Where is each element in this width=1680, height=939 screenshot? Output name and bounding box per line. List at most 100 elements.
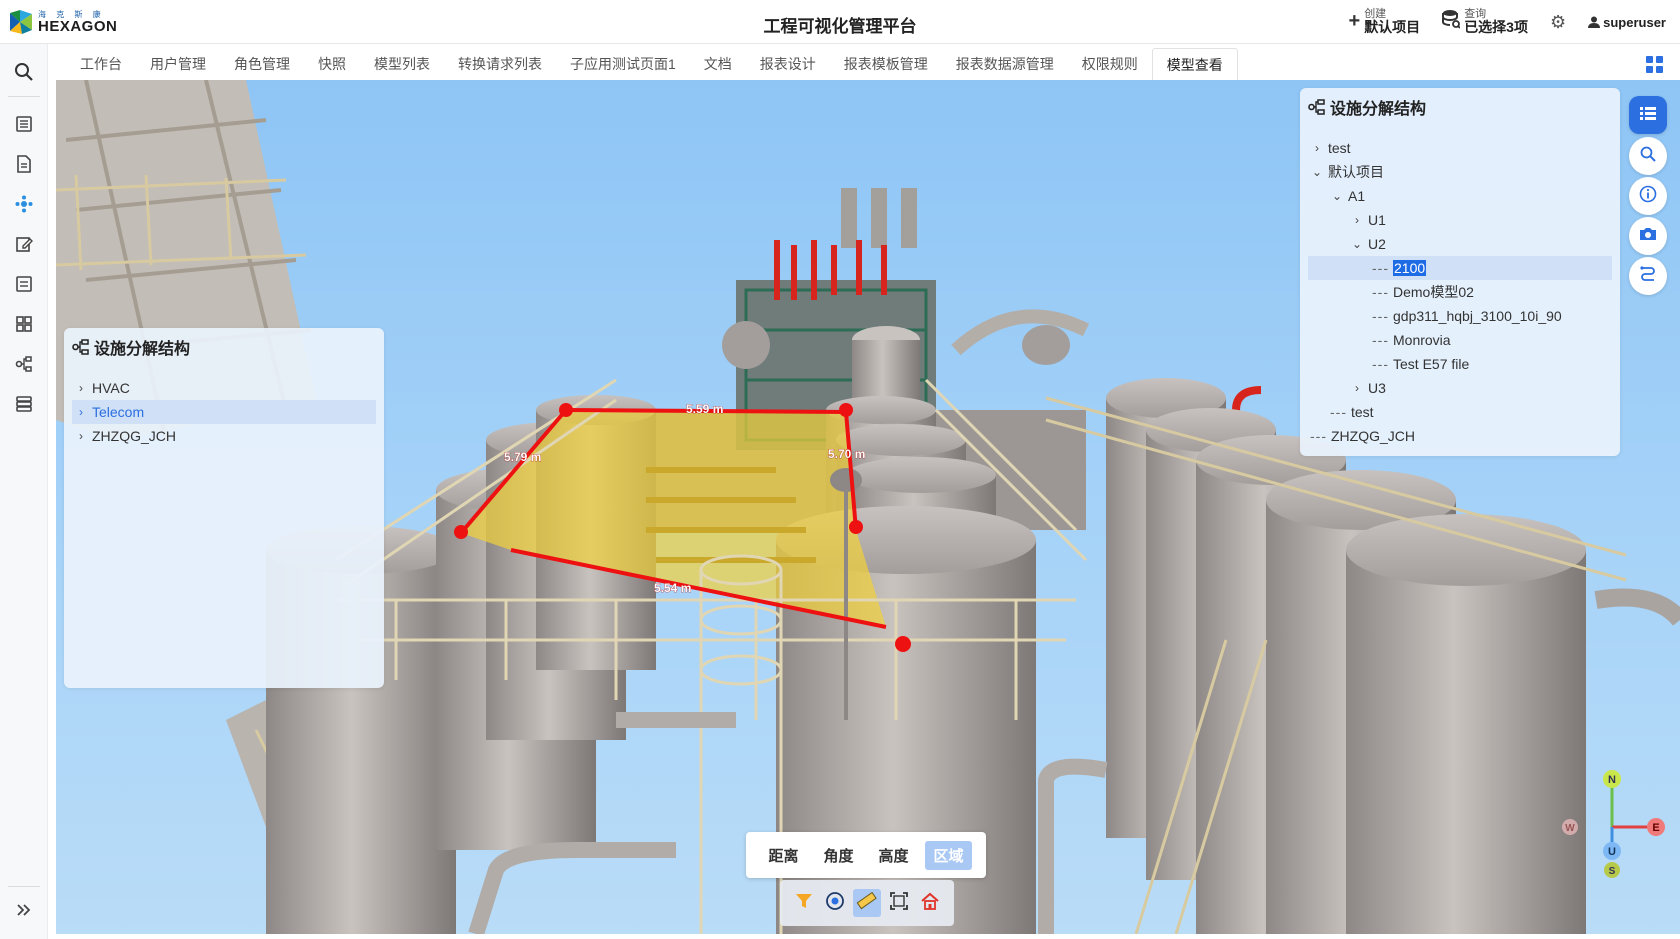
- logo-en-text: HEXAGON: [38, 17, 118, 35]
- camera-button[interactable]: [1629, 217, 1667, 255]
- tree-structure-icon: [72, 339, 90, 355]
- tab-report-design[interactable]: 报表设计: [746, 48, 830, 80]
- view-button[interactable]: [821, 889, 849, 917]
- tab-model-viewer[interactable]: 模型查看: [1151, 48, 1238, 80]
- fit-view-button[interactable]: [885, 889, 913, 917]
- tree-connector: ---: [1372, 356, 1389, 372]
- tab-report-datasources[interactable]: 报表数据源管理: [942, 48, 1068, 80]
- expand-icon[interactable]: [12, 898, 36, 922]
- measure-height-button[interactable]: 高度: [870, 841, 916, 870]
- username-label: superuser: [1603, 14, 1666, 30]
- viewer-toolbar: [780, 880, 954, 926]
- filter-button[interactable]: [790, 889, 818, 917]
- chevron-right-icon: ›: [79, 381, 83, 395]
- tree-node-label: HVAC: [92, 380, 130, 396]
- tree-node-test-e57[interactable]: --- Test E57 file: [1372, 352, 1469, 376]
- tab-workbench[interactable]: 工作台: [66, 48, 136, 80]
- hexagon-logo[interactable]: 海 克 斯 康 HEXAGON: [8, 6, 118, 38]
- tree-node-monrovia[interactable]: --- Monrovia: [1372, 328, 1451, 352]
- chevron-down-icon: ⌄: [1311, 165, 1323, 179]
- list-icon: [1639, 105, 1657, 126]
- tab-role-management[interactable]: 角色管理: [220, 48, 304, 80]
- left-breakdown-panel: 设施分解结构 › HVAC › Telecom › ZHZQG_JCH: [64, 328, 384, 688]
- query-selected-count: 已选择3项: [1464, 19, 1528, 36]
- plus-icon: +: [1348, 10, 1361, 33]
- tree-node-u2[interactable]: ⌄ U2: [1350, 232, 1386, 256]
- tree-node-zhzqg[interactable]: › ZHZQG_JCH: [74, 424, 176, 448]
- selected-row-highlight: [1308, 256, 1612, 280]
- tree-node-label: Telecom: [92, 404, 145, 420]
- rail-divider: [8, 96, 40, 97]
- tree-node-default-project[interactable]: ⌄ 默认项目: [1310, 160, 1384, 184]
- tab-conversion-requests[interactable]: 转换请求列表: [444, 48, 556, 80]
- search-button[interactable]: [1629, 137, 1667, 175]
- user-menu[interactable]: superuser: [1588, 15, 1666, 30]
- info-button[interactable]: [1629, 177, 1667, 215]
- tree-node-a1[interactable]: ⌄ A1: [1330, 184, 1365, 208]
- list-icon[interactable]: [12, 112, 36, 136]
- tree-node-u3[interactable]: › U3: [1350, 376, 1386, 400]
- compass-n: N: [1608, 774, 1616, 786]
- camera-icon: [1639, 226, 1657, 247]
- tab-report-templates[interactable]: 报表模板管理: [830, 48, 942, 80]
- measurement-label-bottom: 5.54 m: [654, 581, 691, 595]
- tree-icon[interactable]: [12, 352, 36, 376]
- database-icon[interactable]: [12, 392, 36, 416]
- tree-node-gdp311[interactable]: --- gdp311_hqbj_3100_10i_90: [1372, 304, 1562, 328]
- right-breakdown-panel: 设施分解结构 › test ⌄ 默认项目 ⌄ A1 › U1 ⌄ U2 --- 2100 -…: [1300, 88, 1620, 456]
- tree-node-2100[interactable]: --- 2100: [1372, 256, 1427, 280]
- search-icon: [1640, 146, 1656, 167]
- tab-permission-rules[interactable]: 权限规则: [1068, 48, 1152, 80]
- compass-w: W: [1565, 823, 1575, 834]
- tab-snapshot[interactable]: 快照: [304, 48, 360, 80]
- measurement-label-left: 5.79 m: [504, 450, 541, 464]
- info-icon: [1639, 185, 1657, 208]
- tab-model-list[interactable]: 模型列表: [360, 48, 444, 80]
- tree-node-test[interactable]: › test: [1310, 136, 1351, 160]
- tree-node-label: U1: [1368, 212, 1386, 228]
- apps-grid-icon[interactable]: [1646, 56, 1664, 74]
- tree-node-telecom[interactable]: › Telecom: [74, 400, 144, 424]
- ruler-button[interactable]: [852, 889, 881, 917]
- chevron-right-icon: ›: [79, 429, 83, 443]
- edit-icon[interactable]: [12, 232, 36, 256]
- home-icon: [920, 891, 940, 916]
- tree-node-u1[interactable]: › U1: [1350, 208, 1386, 232]
- model-icon[interactable]: [12, 192, 36, 216]
- tree-node-label: gdp311_hqbj_3100_10i_90: [1393, 308, 1562, 324]
- measurement-label-right: 5.70 m: [828, 447, 865, 461]
- tab-user-management[interactable]: 用户管理: [136, 48, 220, 80]
- route-icon: [1639, 265, 1657, 288]
- report-icon[interactable]: [12, 272, 36, 296]
- tab-subapp-test[interactable]: 子应用测试页面1: [556, 48, 690, 80]
- fit-icon: [889, 891, 909, 916]
- apps-icon[interactable]: [12, 312, 36, 336]
- user-icon: [1588, 16, 1601, 28]
- tree-node-demo-model-02[interactable]: --- Demo模型02: [1372, 280, 1474, 304]
- tree-list-button[interactable]: [1629, 96, 1667, 134]
- search-icon[interactable]: [12, 60, 36, 84]
- chevron-right-icon: ›: [1355, 381, 1359, 395]
- measure-mode-popup: 距离 角度 高度 区域: [746, 832, 986, 878]
- document-icon[interactable]: [12, 152, 36, 176]
- view-icon: [825, 891, 845, 916]
- tab-documents[interactable]: 文档: [690, 48, 746, 80]
- tree-node-zhzqg-jch[interactable]: --- ZHZQG_JCH: [1310, 424, 1415, 448]
- create-project-button[interactable]: + 创建 默认项目: [1348, 8, 1421, 35]
- tree-connector: ---: [1372, 308, 1389, 324]
- tree-node-label: U3: [1368, 380, 1386, 396]
- database-icon: [1442, 9, 1461, 35]
- tree-node-hvac[interactable]: › HVAC: [74, 376, 130, 400]
- home-view-button[interactable]: [916, 889, 944, 917]
- route-button[interactable]: [1629, 257, 1667, 295]
- tree-connector: ---: [1310, 428, 1327, 444]
- compass-s: S: [1609, 866, 1616, 877]
- tree-connector: ---: [1372, 260, 1389, 276]
- query-button[interactable]: 查询 已选择3项: [1442, 8, 1528, 36]
- light-fixture: [830, 468, 862, 492]
- settings-gear-icon[interactable]: ⚙: [1550, 12, 1566, 33]
- measure-angle-button[interactable]: 角度: [815, 841, 861, 870]
- measure-distance-button[interactable]: 距离: [760, 841, 806, 870]
- tree-node-test-leaf[interactable]: --- test: [1330, 400, 1374, 424]
- measure-area-button[interactable]: 区域: [925, 840, 972, 870]
